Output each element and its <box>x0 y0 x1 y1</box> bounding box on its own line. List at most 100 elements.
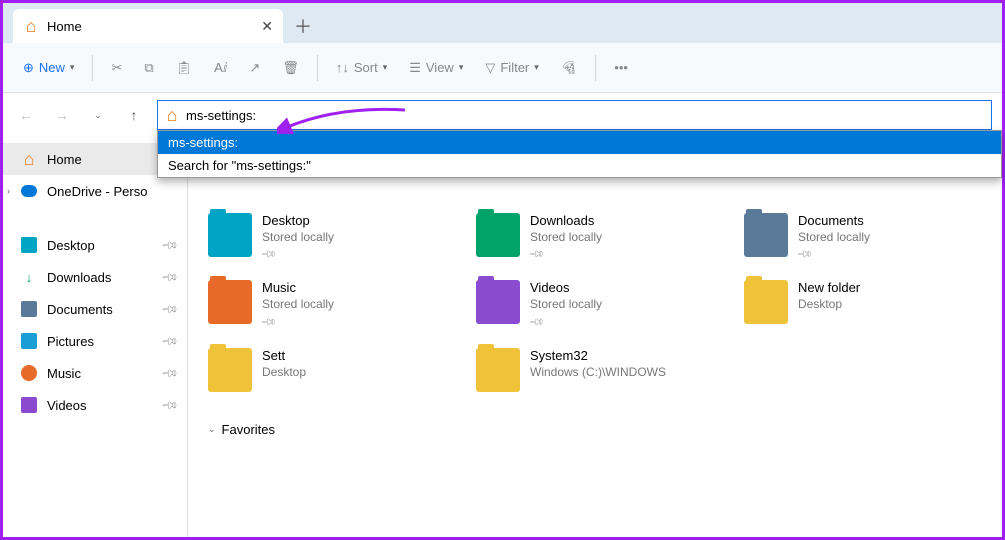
home-icon <box>21 151 37 167</box>
pin-icon: 📌︎ <box>160 235 179 254</box>
more-button[interactable]: ••• <box>606 51 636 85</box>
item-sub: Stored locally <box>530 230 602 246</box>
item-text: New folderDesktop <box>798 280 860 312</box>
pizza-icon: 🍕︎ <box>561 60 578 76</box>
sidebar-item-label: Documents <box>47 302 113 317</box>
view-label: View <box>426 60 454 75</box>
pin-icon: 📌︎ <box>160 363 179 382</box>
item-name: New folder <box>798 280 860 297</box>
quick-access-item[interactable]: DesktopStored locally📌︎ <box>208 213 446 262</box>
quick-access-item[interactable]: MusicStored locally📌︎ <box>208 280 446 329</box>
address-wrap: ms-settings: Search for "ms-settings:" <box>157 100 992 130</box>
sidebar-item-label: Pictures <box>47 334 94 349</box>
toolbar: ⊕ New ▾ ✂ ⧉ 📋︎ Aⅈ ↗ 🗑︎ ↑↓ Sort ▾ ☰ View … <box>3 43 1002 93</box>
item-sub: Desktop <box>798 297 860 313</box>
address-suggestion-dropdown: ms-settings: Search for "ms-settings:" <box>157 130 1002 178</box>
item-sub: Stored locally <box>262 297 334 313</box>
back-button[interactable]: ← <box>13 102 39 128</box>
filter-button[interactable]: ▽ Filter ▾ <box>477 51 546 85</box>
rename-button[interactable]: Aⅈ <box>206 51 235 85</box>
filter-label: Filter <box>500 60 529 75</box>
pizza-button[interactable]: 🍕︎ <box>553 51 586 85</box>
sidebar-item-downloads[interactable]: ↓ Downloads 📌︎ <box>3 261 187 293</box>
tab-close-icon[interactable]: ✕ <box>261 18 273 35</box>
quick-access-item[interactable]: SettDesktop <box>208 348 446 392</box>
chevron-down-icon: ▾ <box>70 62 75 73</box>
videos-icon <box>21 397 37 413</box>
item-text: DocumentsStored locally📌︎ <box>798 213 870 262</box>
favorites-header[interactable]: ⌄ Favorites <box>208 422 982 437</box>
home-icon <box>23 18 39 34</box>
sidebar-item-videos[interactable]: Videos 📌︎ <box>3 389 187 421</box>
sidebar: Home › OneDrive - Perso Desktop 📌︎ ↓ Dow… <box>3 137 188 537</box>
document-icon <box>21 301 37 317</box>
sidebar-item-label: Videos <box>47 398 87 413</box>
sidebar-item-label: Music <box>47 366 81 381</box>
sort-icon: ↑↓ <box>336 60 349 75</box>
quick-access-item[interactable]: DocumentsStored locally📌︎ <box>744 213 982 262</box>
plus-circle-icon: ⊕ <box>23 60 34 76</box>
quick-access-item[interactable]: DownloadsStored locally📌︎ <box>476 213 714 262</box>
forward-button[interactable]: → <box>49 102 75 128</box>
chevron-right-icon[interactable]: › <box>7 186 10 196</box>
paste-button[interactable]: 📋︎ <box>168 51 201 85</box>
separator <box>595 55 596 81</box>
nav-row: ← → ⌄ ↑ ms-settings: Search for "ms-sett… <box>3 93 1002 137</box>
copy-button[interactable]: ⧉ <box>136 51 161 85</box>
item-text: DesktopStored locally📌︎ <box>262 213 334 262</box>
chevron-down-icon: ⌄ <box>94 110 102 121</box>
sort-button[interactable]: ↑↓ Sort ▾ <box>328 51 395 85</box>
tab-bar: Home ✕ ＋ <box>3 3 1002 43</box>
item-name: Sett <box>262 348 306 365</box>
item-text: System32Windows (C:)\WINDOWS <box>530 348 666 380</box>
item-name: Downloads <box>530 213 602 230</box>
up-button[interactable]: ↑ <box>121 102 147 128</box>
item-name: Documents <box>798 213 870 230</box>
new-button[interactable]: ⊕ New ▾ <box>15 51 82 85</box>
address-bar[interactable] <box>157 100 992 130</box>
tab-title: Home <box>47 19 82 34</box>
sidebar-item-documents[interactable]: Documents 📌︎ <box>3 293 187 325</box>
desktop-icon <box>21 237 37 253</box>
suggestion-item[interactable]: ms-settings: <box>158 131 1001 154</box>
chevron-down-icon: ▾ <box>459 62 464 73</box>
separator <box>317 55 318 81</box>
sidebar-item-onedrive[interactable]: › OneDrive - Perso <box>3 175 187 207</box>
chevron-down-icon: ▾ <box>534 62 539 73</box>
pin-icon: 📌︎ <box>160 267 179 286</box>
folder-icon <box>208 213 252 257</box>
pin-icon: 📌︎ <box>259 313 277 331</box>
item-text: VideosStored locally📌︎ <box>530 280 602 329</box>
item-text: DownloadsStored locally📌︎ <box>530 213 602 262</box>
cut-button[interactable]: ✂ <box>103 51 130 85</box>
chevron-down-icon: ⌄ <box>208 424 216 435</box>
sidebar-item-desktop[interactable]: Desktop 📌︎ <box>3 229 187 261</box>
folder-icon <box>744 280 788 324</box>
new-tab-button[interactable]: ＋ <box>283 9 323 43</box>
sidebar-item-pictures[interactable]: Pictures 📌︎ <box>3 325 187 357</box>
delete-button[interactable]: 🗑︎ <box>274 51 307 85</box>
pin-icon: 📌︎ <box>160 299 179 318</box>
item-text: MusicStored locally📌︎ <box>262 280 334 329</box>
address-input[interactable] <box>186 108 985 123</box>
filter-icon: ▽ <box>485 60 495 76</box>
sort-label: Sort <box>354 60 378 75</box>
home-icon <box>164 107 180 123</box>
quick-access-item[interactable]: New folderDesktop <box>744 280 982 329</box>
quick-access-item[interactable]: System32Windows (C:)\WINDOWS <box>476 348 714 392</box>
sidebar-item-label: Home <box>47 152 82 167</box>
view-button[interactable]: ☰ View ▾ <box>401 51 471 85</box>
suggestion-item[interactable]: Search for "ms-settings:" <box>158 154 1001 177</box>
scissors-icon: ✂ <box>111 60 122 76</box>
quick-access-grid: DesktopStored locally📌︎DownloadsStored l… <box>208 213 982 392</box>
pin-icon: 📌︎ <box>160 331 179 350</box>
folder-icon <box>744 213 788 257</box>
tab-home[interactable]: Home ✕ <box>13 9 283 43</box>
sidebar-item-music[interactable]: Music 📌︎ <box>3 357 187 389</box>
folder-icon <box>208 348 252 392</box>
new-label: New <box>39 60 65 75</box>
recent-button[interactable]: ⌄ <box>85 102 111 128</box>
share-button[interactable]: ↗ <box>241 51 268 85</box>
copy-icon: ⧉ <box>144 60 153 76</box>
quick-access-item[interactable]: VideosStored locally📌︎ <box>476 280 714 329</box>
